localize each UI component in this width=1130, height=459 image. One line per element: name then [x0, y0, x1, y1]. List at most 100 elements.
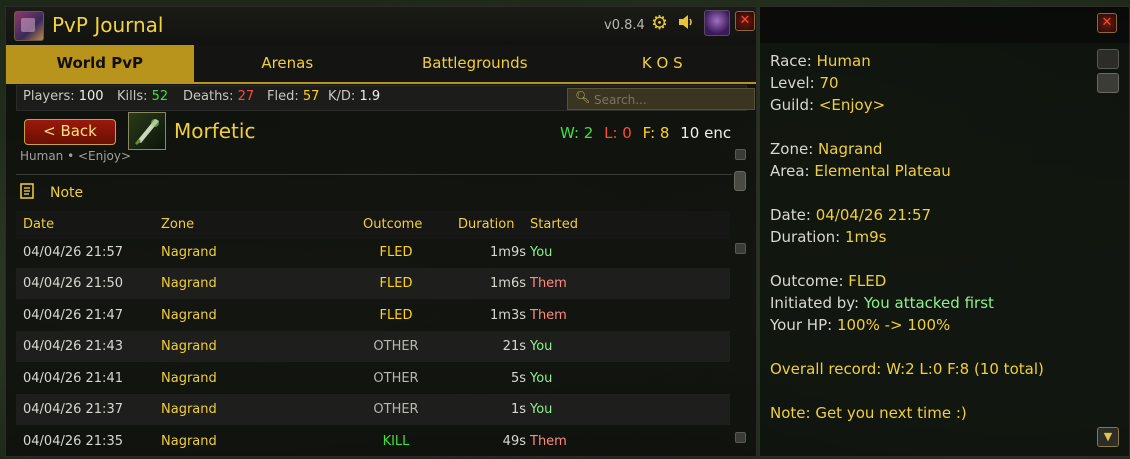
detail-race: Race: Human — [770, 52, 871, 70]
pvp-journal-window: PvP Journal v0.8.4 ⚙ ✕ World PvP Arenas … — [5, 6, 757, 457]
cell-duration: 1s — [510, 402, 526, 417]
divider — [16, 174, 732, 175]
cell-zone: Nagrand — [161, 434, 217, 449]
kills-stat: Kills: 52 — [117, 89, 169, 104]
list-scrollbar[interactable] — [733, 145, 747, 456]
table-row[interactable]: 04/04/26 21:57 Nagrand FLED 1m9s You — [16, 237, 730, 268]
cell-zone: Nagrand — [161, 339, 217, 354]
players-stat: Players: 100 — [23, 89, 104, 104]
cell-duration: 1m3s — [490, 308, 526, 323]
note-icon — [20, 183, 34, 203]
record-fled: F: 8 — [642, 124, 670, 142]
kd-stat: K/D: 1.9 — [328, 89, 381, 104]
player-subtitle: Human • <Enjoy> — [20, 149, 132, 163]
gear-icon[interactable]: ⚙ — [651, 12, 668, 34]
cell-outcome: FLED — [379, 276, 413, 291]
deaths-stat: Deaths: 27 — [183, 89, 255, 104]
cell-duration: 5s — [510, 371, 526, 386]
detail-scroll-thumb[interactable] — [1097, 73, 1119, 93]
speaker-icon[interactable] — [678, 14, 696, 30]
table-row[interactable]: 04/04/26 21:50 Nagrand FLED 1m6s Them — [16, 268, 730, 299]
note-label: Note — [50, 185, 84, 201]
table-row[interactable]: 04/04/26 21:37 Nagrand OTHER 1s You — [16, 394, 730, 425]
detail-area: Area: Elemental Plateau — [770, 162, 951, 180]
tab-bar: World PvP Arenas Battlegrounds K O S — [6, 45, 756, 84]
cell-duration: 1m9s — [490, 245, 526, 260]
version-label: v0.8.4 — [604, 18, 645, 33]
detail-scrollbar[interactable]: ▼ — [1097, 45, 1119, 455]
detail-outcome: Outcome: FLED — [770, 272, 887, 290]
scroll-thumb[interactable] — [734, 171, 746, 191]
tab-world-pvp[interactable]: World PvP — [6, 45, 194, 82]
detail-scroll-up-button[interactable] — [1097, 49, 1119, 69]
header-date[interactable]: Date — [23, 217, 54, 232]
cell-zone: Nagrand — [161, 308, 217, 323]
cell-outcome: OTHER — [373, 339, 419, 354]
cell-date: 04/04/26 21:35 — [23, 434, 123, 449]
stats-bar: Players: 100 Kills: 52 Deaths: 27 Fled: … — [16, 85, 755, 111]
title-bar[interactable]: PvP Journal v0.8.4 ⚙ ✕ — [6, 7, 756, 44]
table-header: Date Zone Outcome Duration Started — [16, 211, 730, 239]
cell-zone: Nagrand — [161, 245, 217, 260]
cell-outcome: FLED — [379, 308, 413, 323]
cell-zone: Nagrand — [161, 371, 217, 386]
tab-kos[interactable]: K O S — [569, 45, 757, 82]
cell-date: 04/04/26 21:41 — [23, 371, 123, 386]
cell-duration: 1m6s — [490, 276, 526, 291]
detail-zone: Zone: Nagrand — [770, 140, 883, 158]
cell-started: You — [530, 339, 553, 354]
header-zone[interactable]: Zone — [161, 217, 194, 232]
search-input[interactable] — [592, 90, 751, 109]
app-title: PvP Journal — [52, 13, 164, 37]
tab-battlegrounds[interactable]: Battlegrounds — [381, 45, 569, 82]
table-row[interactable]: 04/04/26 21:47 Nagrand FLED 1m3s Them — [16, 300, 730, 331]
scroll-down-button[interactable] — [735, 432, 746, 443]
detail-hp: Your HP: 100% -> 100% — [770, 316, 951, 334]
cell-date: 04/04/26 21:50 — [23, 276, 123, 291]
player-record: W: 2 L: 0 F: 8 10 enc — [560, 124, 737, 142]
header-started[interactable]: Started — [530, 217, 578, 232]
cell-zone: Nagrand — [161, 276, 217, 291]
detail-scroll-bottom-button[interactable]: ▼ — [1097, 427, 1119, 447]
detail-title-bar — [760, 7, 1129, 43]
cell-date: 04/04/26 21:47 — [23, 308, 123, 323]
detail-level: Level: 70 — [770, 74, 839, 92]
fled-stat: Fled: 57 — [267, 89, 320, 104]
close-button[interactable]: ✕ — [735, 11, 755, 31]
header-outcome[interactable]: Outcome — [363, 217, 422, 232]
cell-outcome: KILL — [382, 434, 410, 449]
cell-zone: Nagrand — [161, 402, 217, 417]
player-name: Morfetic — [174, 119, 256, 143]
table-row[interactable]: 04/04/26 21:35 Nagrand KILL 49s Them — [16, 426, 730, 456]
tab-arenas[interactable]: Arenas — [194, 45, 382, 82]
detail-duration: Duration: 1m9s — [770, 228, 887, 246]
cell-outcome: OTHER — [373, 371, 419, 386]
character-portrait-icon[interactable] — [704, 10, 730, 36]
detail-panel: ✕ Race: Human Level: 70 Guild: <Enjoy> Z… — [759, 6, 1130, 457]
table-row[interactable]: 04/04/26 21:43 Nagrand OTHER 21s You — [16, 331, 730, 362]
scroll-step-button[interactable] — [735, 243, 746, 254]
detail-date: Date: 04/04/26 21:57 — [770, 206, 932, 224]
cell-started: Them — [530, 308, 567, 323]
header-duration[interactable]: Duration — [458, 217, 514, 232]
scroll-up-button[interactable] — [735, 149, 746, 160]
cell-started: You — [530, 245, 553, 260]
detail-overall-record: Overall record: W:2 L:0 F:8 (10 total) — [770, 360, 1044, 378]
cell-outcome: OTHER — [373, 402, 419, 417]
table-row[interactable]: 04/04/26 21:41 Nagrand OTHER 5s You — [16, 363, 730, 394]
cell-started: Them — [530, 276, 567, 291]
detail-guild: Guild: <Enjoy> — [770, 96, 886, 114]
cell-started: You — [530, 402, 553, 417]
cell-started: You — [530, 371, 553, 386]
cell-date: 04/04/26 21:43 — [23, 339, 123, 354]
cell-date: 04/04/26 21:37 — [23, 402, 123, 417]
back-button[interactable]: < Back — [24, 119, 116, 145]
cell-outcome: FLED — [379, 245, 413, 260]
search-box[interactable]: 🔍︎ — [567, 88, 755, 110]
class-icon — [128, 112, 166, 150]
journal-logo-icon — [14, 11, 44, 41]
search-icon: 🔍︎ — [575, 90, 591, 104]
record-encounters: 10 enc — [680, 124, 732, 142]
detail-close-button[interactable]: ✕ — [1097, 13, 1117, 33]
record-wins: W: 2 — [560, 124, 594, 142]
